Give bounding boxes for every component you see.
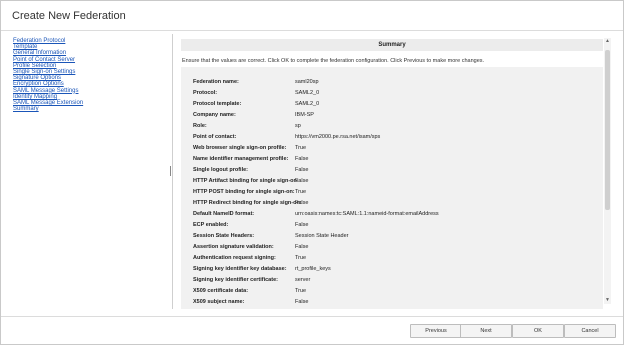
scroll-down-icon[interactable]: ▼ — [604, 297, 611, 304]
wizard-nav: Federation Protocol Template General Inf… — [13, 38, 163, 112]
row-label: Protocol template: — [193, 101, 242, 107]
row-value: Session State Header — [295, 233, 349, 239]
row-label: HTTP Redirect binding for single sign-on… — [193, 200, 302, 206]
row-value: True — [295, 255, 307, 261]
row-label: Company name: — [193, 112, 236, 118]
row-label: Assertion signature validation: — [193, 244, 274, 250]
row-label: Federation name: — [193, 79, 239, 85]
title-divider — [1, 30, 623, 31]
summary-header: Summary — [181, 39, 603, 51]
row-label: Authentication request signing: — [193, 255, 276, 261]
row-label: HTTP POST binding for single sign-on: — [193, 189, 295, 195]
row-value: True — [295, 288, 307, 294]
create-federation-dialog: Create New Federation Federation Protoco… — [0, 0, 624, 345]
row-label: Web browser single sign-on profile: — [193, 145, 287, 151]
row-value: server — [295, 277, 311, 283]
row-label: Protocol: — [193, 90, 218, 96]
row-label: Signing key identifier key database: — [193, 266, 287, 272]
row-label: Single logout profile: — [193, 167, 248, 173]
row-value: SAML2_0 — [295, 101, 320, 107]
row-label: X509 subject name: — [193, 299, 245, 305]
row-value: True — [295, 145, 307, 151]
summary-content: Summary Ensure that the values are corre… — [175, 34, 613, 309]
row-value: sp — [295, 123, 301, 129]
row-value: rt_profile_keys — [295, 266, 331, 272]
footer-divider — [1, 316, 623, 317]
row-value: False — [295, 178, 309, 184]
row-label: Point of contact: — [193, 134, 237, 140]
row-label: Session State Headers: — [193, 233, 255, 239]
row-value: False — [295, 299, 309, 305]
row-value: IBM-SP — [295, 112, 314, 118]
row-value: False — [295, 200, 309, 206]
row-value: False — [295, 156, 309, 162]
row-label: Default NameID format: — [193, 211, 255, 217]
row-value: False — [295, 222, 309, 228]
row-label: Signing key identifier certificate: — [193, 277, 278, 283]
row-value: SAML2_0 — [295, 90, 320, 96]
scroll-thumb[interactable] — [605, 50, 610, 210]
cancel-button[interactable]: Cancel — [564, 324, 616, 338]
summary-panel: Federation name: saml20sp Protocol: SAML… — [181, 67, 603, 309]
row-label: Name identifier management profile: — [193, 156, 289, 162]
pane-splitter[interactable] — [172, 34, 173, 309]
ok-button[interactable]: OK — [512, 324, 564, 338]
row-label: Role: — [193, 123, 207, 129]
next-button[interactable]: Next — [460, 324, 512, 338]
row-label: HTTP Artifact binding for single sign-on… — [193, 178, 299, 184]
row-value: urn:oasis:names:tc:SAML:1.1:nameid-forma… — [295, 211, 439, 217]
splitter-grip[interactable] — [170, 166, 171, 176]
previous-button[interactable]: Previous — [410, 324, 462, 338]
row-value: False — [295, 244, 309, 250]
row-value: https://vm2000.pe.rsa.net/isam/sps — [295, 134, 381, 140]
row-value: saml20sp — [295, 79, 319, 85]
summary-instructions: Ensure that the values are correct. Clic… — [182, 58, 485, 64]
dialog-title: Create New Federation — [12, 10, 126, 22]
row-value: False — [295, 167, 309, 173]
nav-summary[interactable]: Summary — [13, 106, 163, 112]
row-label: ECP enabled: — [193, 222, 229, 228]
summary-scrollbar[interactable]: ▲ ▼ — [604, 38, 611, 304]
scroll-up-icon[interactable]: ▲ — [604, 38, 611, 45]
row-value: True — [295, 189, 307, 195]
row-label: X509 certificate data: — [193, 288, 249, 294]
